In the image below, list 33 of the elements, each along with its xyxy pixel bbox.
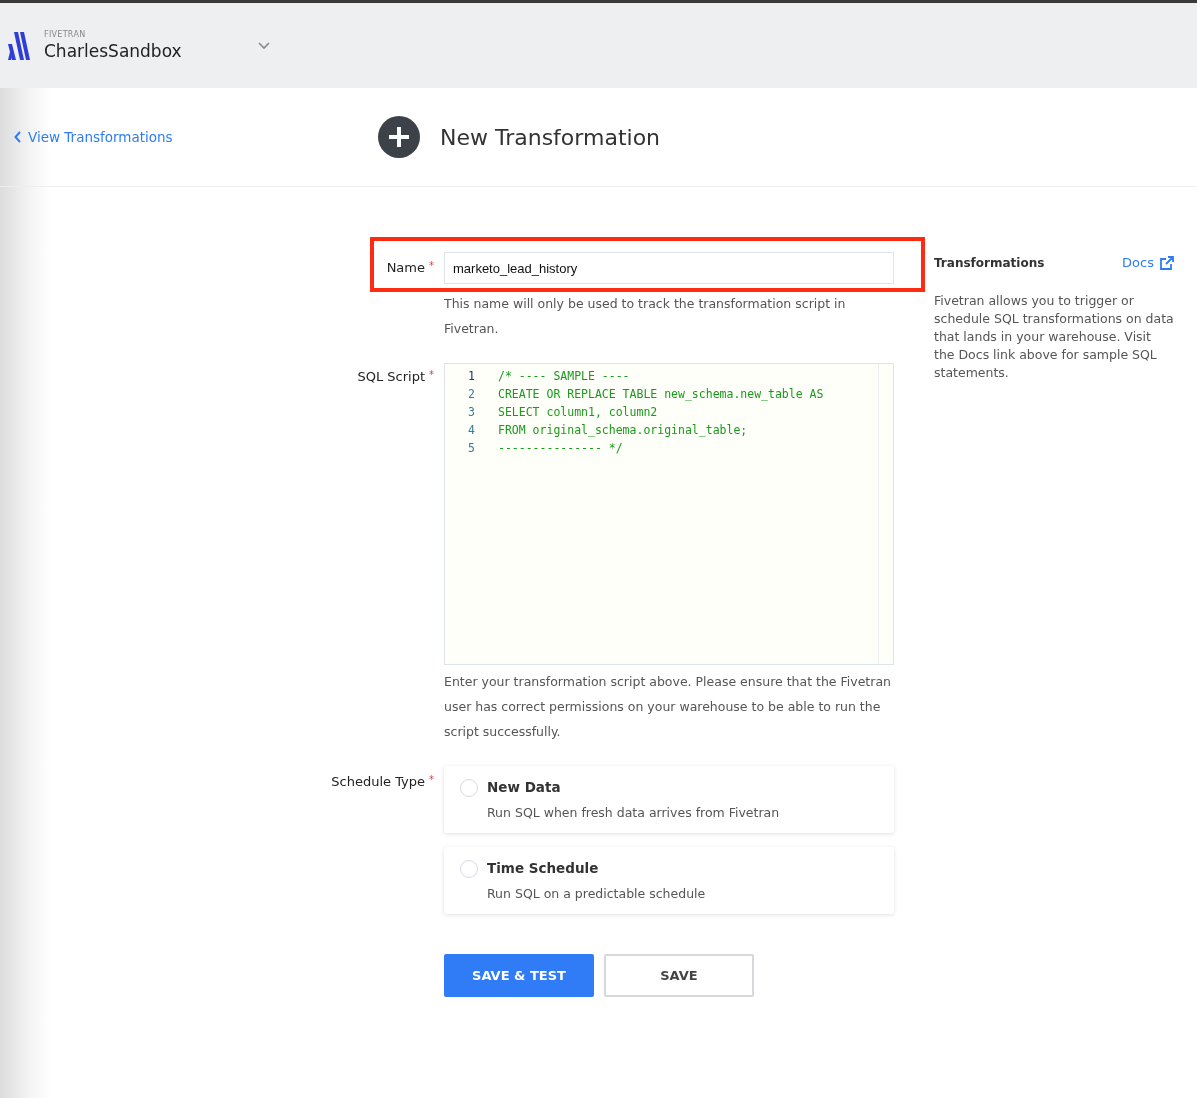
schedule-option[interactable]: New Data Run SQL when fresh data arrives from Fivetran <box>444 766 894 833</box>
help-text: Enter your transformation script above. Please ensure that the Fivetran user has correct permissions on your warehouse to be able to run the script successfully. <box>444 673 892 741</box>
docs-link[interactable]: Docs <box>1122 255 1174 270</box>
help-text: This name will only be used to track the transformation script in Fivetran. <box>444 295 847 338</box>
save-button[interactable]: SAVE <box>604 954 754 997</box>
name-input-field[interactable]: marketo_lead_history <box>444 252 894 284</box>
code-line: CREATE OR REPLACE TABLE new_schema.new_table AS <box>497 386 824 403</box>
code-line: --------------- */ <box>497 440 623 457</box>
schedule-option[interactable]: Time Schedule Run SQL on a predictable schedule <box>444 847 894 914</box>
page-title: New Transformation <box>440 124 661 150</box>
plus-circle-icon <box>378 116 420 158</box>
field-label: Name * <box>385 259 435 277</box>
line-number: 3 <box>467 404 476 421</box>
line-number: 4 <box>467 422 476 439</box>
account-name: CharlesSandbox <box>44 41 183 61</box>
external-link-icon <box>1160 255 1174 270</box>
chevron-down-icon[interactable] <box>258 41 270 50</box>
brand-label: FIVETRAN <box>44 30 87 39</box>
field-label: SQL Script * <box>356 368 435 386</box>
sidebar-title: Transformations <box>934 255 1045 270</box>
code-line: /* ---- SAMPLE ---- <box>497 368 630 385</box>
code-line: SELECT column1, column2 <box>497 404 658 421</box>
save-and-test-button[interactable]: SAVE & TEST <box>444 954 594 997</box>
line-number: 5 <box>467 440 476 457</box>
sidebar-text: Fivetran allows you to trigger or schedule SQL transformations on data that lands in your warehouse. Visit the Docs link above for sample SQL statements. <box>934 292 1174 382</box>
logo-icon <box>8 29 30 62</box>
field-label: Schedule Type * <box>330 773 435 791</box>
sql-editor[interactable]: 1 /* ---- SAMPLE ---- 2 CREATE OR REPLACE TABLE new_schema.new_table AS 3 SELECT column1, column2 4 FROM original_schema.original_table; 5 --------------- */ <box>444 363 894 665</box>
back-link[interactable]: View Transformations <box>14 129 378 145</box>
line-number: 2 <box>467 386 476 403</box>
chevron-left-icon <box>14 131 22 143</box>
line-number: 1 <box>467 368 476 385</box>
code-line: FROM original_schema.original_table; <box>497 422 748 439</box>
